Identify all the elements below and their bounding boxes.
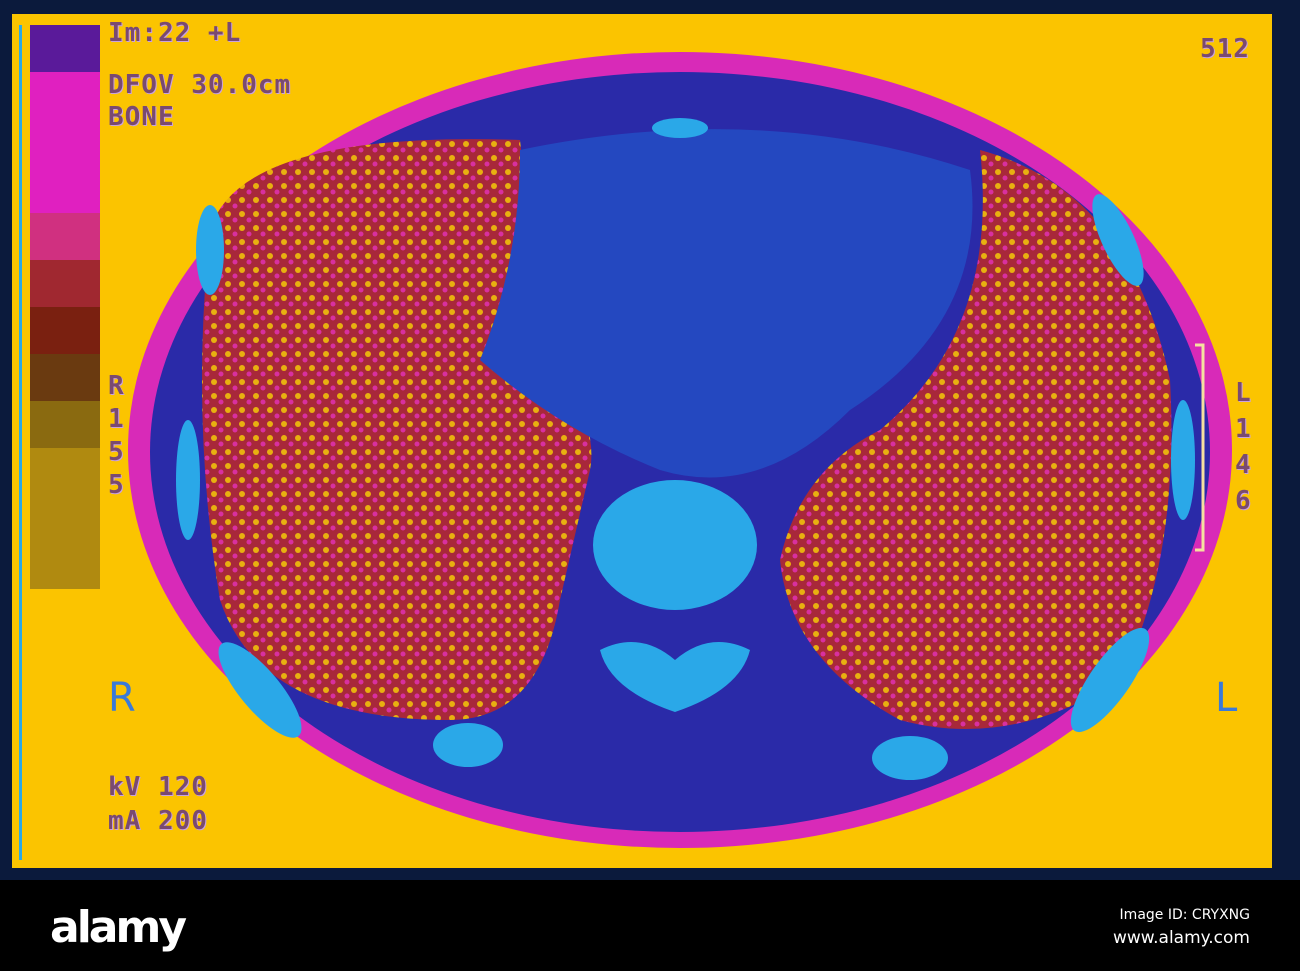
left-side-marker: L (1215, 675, 1239, 721)
alamy-logo: alamy (50, 902, 187, 953)
left-measure-label: L 1 4 6 (1235, 378, 1252, 516)
vertebra (593, 480, 757, 610)
rib (176, 420, 200, 540)
ct-scan-image (128, 52, 1232, 848)
image-number-label: Im:22 +L (108, 18, 242, 48)
rib (196, 205, 224, 295)
image-id: Image ID: CRYXNG (1119, 907, 1250, 923)
site-url: www.alamy.com (1112, 928, 1250, 948)
watermark-footer: alamy Image ID: CRYXNG www.alamy.com (0, 880, 1300, 971)
kv-label: kV 120 (108, 772, 208, 802)
rib (1171, 400, 1195, 520)
matrix-label: 512 (1200, 34, 1250, 64)
algorithm-label: BONE (108, 102, 175, 132)
sternum (652, 118, 708, 138)
rib (872, 736, 948, 780)
right-side-marker: R (108, 675, 137, 721)
right-measure-label: R 1 5 5 (108, 371, 125, 500)
ma-label: mA 200 (108, 806, 208, 836)
dfov-label: DFOV 30.0cm (108, 70, 292, 100)
rib (433, 723, 503, 767)
